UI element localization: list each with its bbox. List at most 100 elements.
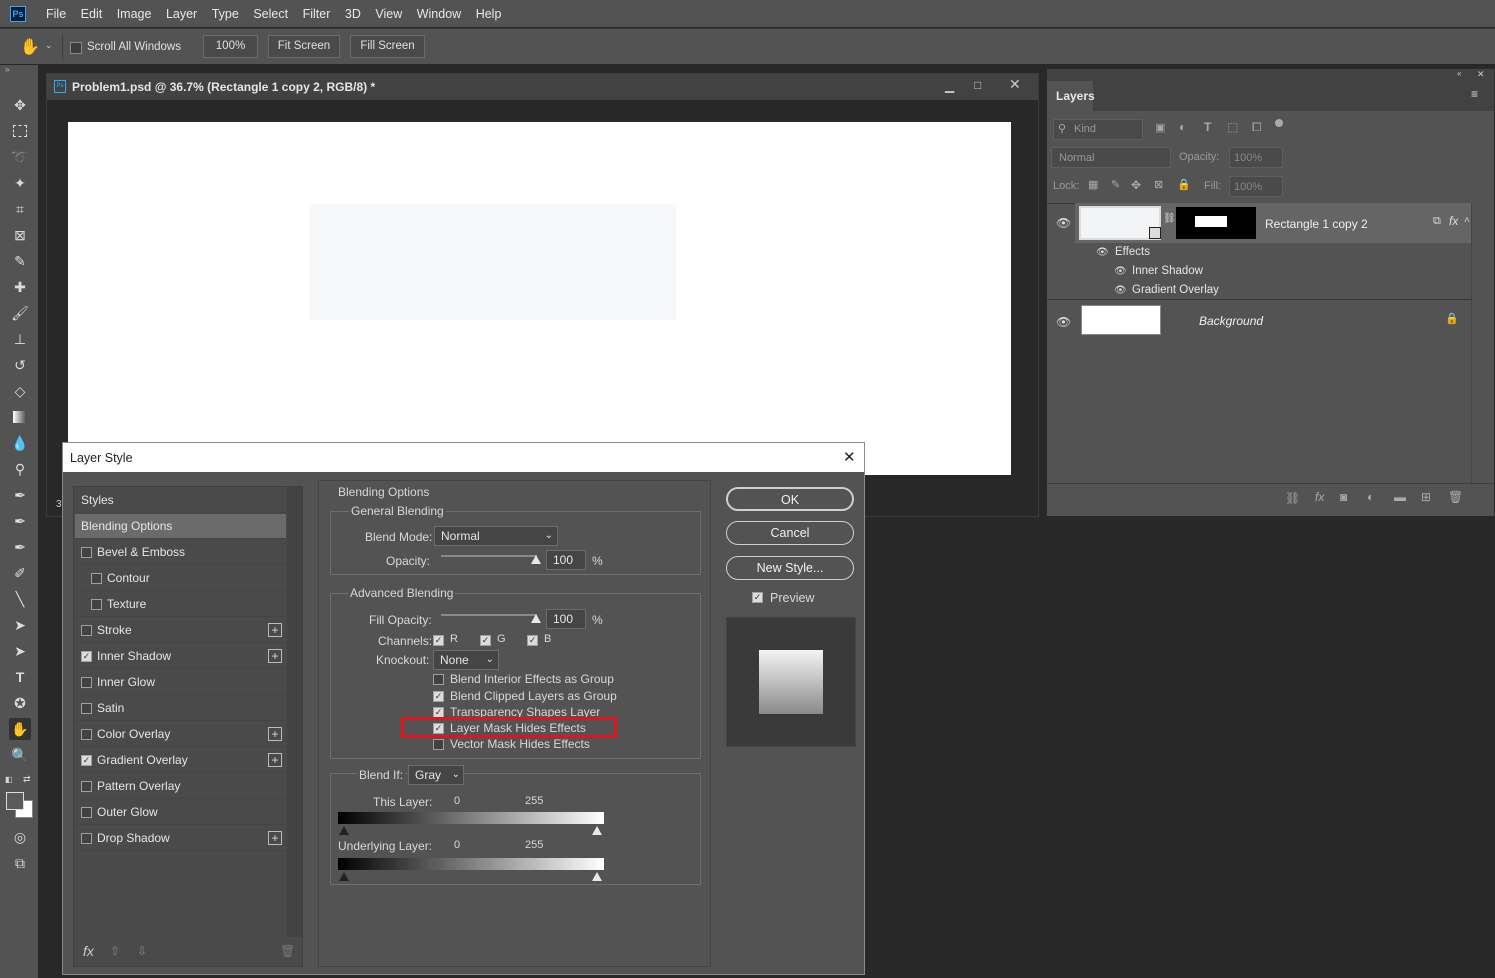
gradient-overlay-eye-icon[interactable]: 👁 [1114, 285, 1127, 296]
fx-icon[interactable]: fx [1449, 214, 1458, 228]
move-down-icon[interactable]: ⇩ [137, 944, 147, 958]
fill-opacity-slider-thumb[interactable] [531, 614, 541, 623]
this-layer-black-thumb[interactable] [339, 826, 349, 835]
style-checkbox[interactable] [81, 703, 92, 714]
brush-tool-icon[interactable]: 🖌 [9, 302, 31, 324]
opacity-field[interactable]: 100 [546, 550, 586, 570]
fill-field[interactable]: 100% [1229, 176, 1283, 197]
cancel-button[interactable]: Cancel [726, 521, 854, 545]
adjustment-layer-icon[interactable]: ◐ [1367, 490, 1374, 504]
style-item-stroke[interactable]: Stroke + [75, 618, 286, 643]
chevron-up-icon[interactable]: ˄ [1464, 215, 1470, 226]
new-layer-icon[interactable]: ⊞ [1421, 490, 1431, 504]
dodge-tool-icon[interactable]: ⚲ [9, 458, 31, 480]
channel-r-checkbox[interactable]: ✓ [433, 635, 444, 646]
fx-menu-icon[interactable]: fx [83, 943, 94, 959]
blend-mode-dropdown[interactable]: Normal [1051, 147, 1171, 168]
fit-screen-button[interactable]: Fit Screen [268, 35, 340, 58]
pen-tool-2-icon[interactable]: ✒ [9, 510, 31, 532]
screen-mode-icon[interactable]: ⧉ [9, 852, 31, 874]
fill-opacity-slider-track[interactable] [441, 614, 537, 616]
channel-b-checkbox[interactable]: ✓ [527, 635, 538, 646]
layers-tab[interactable]: Layers [1047, 81, 1095, 111]
trash-icon[interactable]: 🗑 [1448, 490, 1463, 504]
style-item-blending-options[interactable]: Blending Options [75, 514, 286, 539]
menu-window[interactable]: Window [417, 7, 461, 21]
scrollbar-track[interactable] [1471, 203, 1494, 483]
menu-view[interactable]: View [375, 7, 402, 21]
zoom-100-button[interactable]: 100% [203, 35, 258, 58]
lock-position-icon[interactable]: ✥ [1131, 178, 1141, 192]
trash-icon[interactable]: 🗑 [280, 944, 295, 958]
visibility-eye-icon[interactable]: 👁 [1056, 216, 1071, 230]
scrollbar-track[interactable] [287, 487, 302, 937]
style-checkbox[interactable] [81, 729, 92, 740]
add-mask-icon[interactable]: ◙ [1340, 490, 1347, 504]
pen-tool-icon[interactable]: ✒ [9, 484, 31, 506]
link-icon[interactable]: ⛓ [1163, 213, 1176, 224]
line-tool-icon[interactable]: ╲ [9, 588, 31, 610]
filter-adjustment-icon[interactable]: ◐ [1179, 120, 1186, 134]
vector-mask-hides-effects-checkbox[interactable] [433, 739, 444, 750]
style-item-color-overlay[interactable]: Color Overlay + [75, 722, 286, 747]
layer-mask-thumbnail[interactable] [1176, 207, 1256, 239]
foreground-color-swatch[interactable] [6, 792, 24, 810]
menu-edit[interactable]: Edit [81, 7, 103, 21]
menu-select[interactable]: Select [253, 7, 288, 21]
layer-name[interactable]: Background [1199, 314, 1263, 328]
healing-brush-tool-icon[interactable]: ✚ [9, 276, 31, 298]
hand-tool-preset-icon[interactable]: ✋ [20, 37, 40, 57]
style-item-inner-shadow[interactable]: ✓ Inner Shadow + [75, 644, 286, 669]
zoom-tool-icon[interactable]: 🔍 [9, 744, 31, 766]
layer-name[interactable]: Rectangle 1 copy 2 [1265, 217, 1368, 231]
style-item-satin[interactable]: Satin [75, 696, 286, 721]
pen-tool-3-icon[interactable]: ✒ [9, 536, 31, 558]
fill-opacity-field[interactable]: 100 [546, 609, 586, 629]
marquee-tool-icon[interactable] [9, 120, 31, 142]
style-item-outer-glow[interactable]: Outer Glow [75, 800, 286, 825]
chevron-down-icon[interactable]: ⌄ [45, 40, 53, 51]
preview-checkbox[interactable]: ✓ [752, 592, 763, 603]
style-checkbox[interactable]: ✓ [81, 651, 92, 662]
style-checkbox[interactable] [81, 781, 92, 792]
gradient-overlay-effect[interactable]: Gradient Overlay [1132, 284, 1219, 296]
add-effect-icon[interactable]: + [268, 831, 282, 845]
underlying-layer-white-thumb[interactable] [592, 872, 602, 881]
eyedropper-tool-icon[interactable]: ✎ [9, 250, 31, 272]
new-group-icon[interactable]: ▬ [1394, 490, 1406, 504]
frame-tool-icon[interactable]: ⊠ [9, 224, 31, 246]
add-style-icon[interactable]: fx [1315, 490, 1324, 504]
move-up-icon[interactable]: ⇧ [110, 944, 120, 958]
menu-3d[interactable]: 3D [345, 7, 361, 21]
add-effect-icon[interactable]: + [268, 623, 282, 637]
kind-filter-dropdown[interactable]: ⚲ Kind [1053, 119, 1143, 140]
style-checkbox[interactable] [91, 599, 102, 610]
menu-type[interactable]: Type [212, 7, 239, 21]
opacity-slider-track[interactable] [441, 555, 537, 557]
close-icon[interactable]: ✕ [843, 448, 856, 466]
close-panel-icon[interactable]: ✕ [1477, 69, 1485, 80]
document-title-bar[interactable]: Ps Problem1.psd @ 36.7% (Rectangle 1 cop… [47, 74, 1038, 100]
ok-button[interactable]: OK [726, 487, 854, 511]
link-layers-icon[interactable]: ⛓ [1285, 491, 1300, 505]
effects-eye-icon[interactable]: 👁 [1096, 247, 1109, 258]
menu-layer[interactable]: Layer [166, 7, 197, 21]
gradient-tool-icon[interactable] [9, 406, 31, 428]
crop-tool-icon[interactable]: ⌗ [9, 198, 31, 220]
lock-transparent-icon[interactable]: ▦ [1088, 178, 1098, 191]
style-checkbox[interactable] [81, 833, 92, 844]
this-layer-gradient[interactable] [338, 812, 604, 824]
stamp-tool-icon[interactable]: ⊥ [9, 328, 31, 350]
style-checkbox[interactable] [81, 625, 92, 636]
blur-tool-icon[interactable]: 💧 [9, 432, 31, 454]
panel-menu-icon[interactable]: ≡ [1471, 87, 1478, 101]
layer-row-rectangle-1-copy-2[interactable]: ⛓ Rectangle 1 copy 2 ⧉ fx ˄ [1075, 203, 1471, 243]
filter-type-icon[interactable]: T [1204, 120, 1211, 134]
filter-shape-icon[interactable]: ⬚ [1227, 120, 1238, 134]
maximize-icon[interactable]: □ [974, 78, 981, 92]
lock-artboard-icon[interactable]: ⊠ [1154, 178, 1163, 191]
layer-mask-hides-effects-checkbox[interactable]: ✓ [433, 723, 444, 734]
style-checkbox[interactable]: ✓ [81, 755, 92, 766]
filter-toggle-icon[interactable] [1275, 119, 1283, 127]
effects-row[interactable]: 👁 Effects 👁 Inner Shadow 👁 Gradient Over… [1075, 243, 1471, 299]
